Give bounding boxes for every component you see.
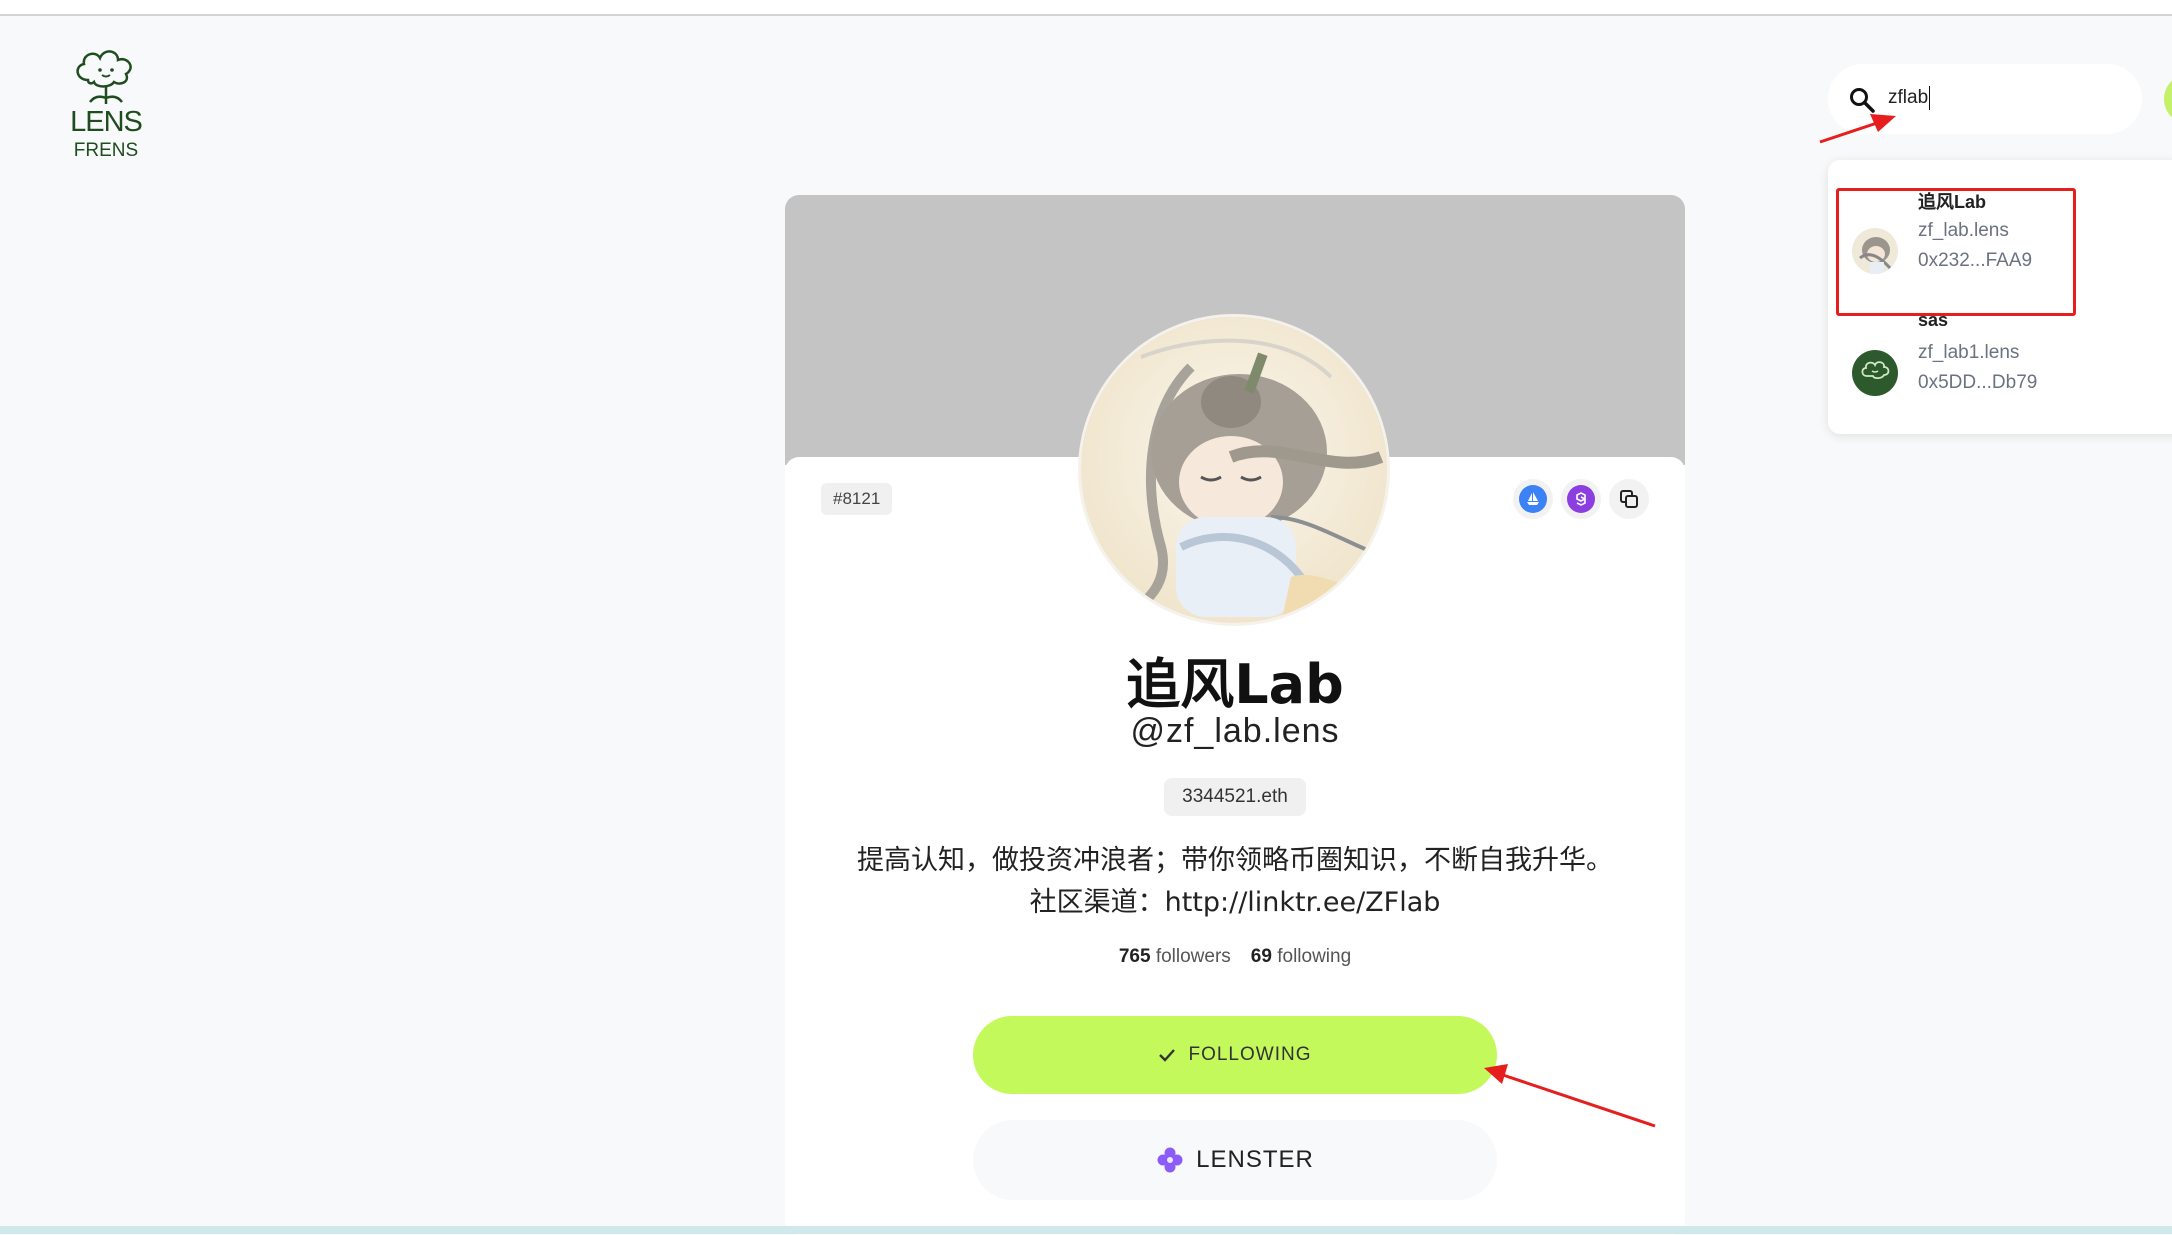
followers-count: 765 [1118, 946, 1151, 967]
polygon-icon [1567, 485, 1595, 513]
logo-lens-text: LENS [70, 106, 143, 138]
result-address: 0x5DD...Db79 [1918, 372, 2038, 393]
bio-line-1: 提高认知，做投资冲浪者；带你领略币圈知识，不断自我升华。 [857, 845, 1613, 876]
profile-handle: @zf_lab.lens [1130, 712, 1340, 750]
following-count: 69 [1250, 946, 1272, 967]
search-icon [1850, 88, 1875, 113]
following-label: following [1277, 946, 1352, 967]
lenster-button[interactable]: LENSTER [973, 1120, 1497, 1200]
browser-top-edge [0, 0, 2172, 16]
following-stat[interactable]: 69 following [1251, 946, 1351, 967]
profile-stats: 765 followers 69 following [785, 946, 1685, 968]
profile-bio: 提高认知，做投资冲浪者；带你领略币圈知识，不断自我升华。 社区渠道：http:/… [785, 840, 1685, 924]
opensea-icon [1519, 485, 1547, 513]
browser-bottom-edge [0, 1226, 2172, 1234]
ens-badge[interactable]: 3344521.eth [1164, 778, 1306, 816]
profile-display-name: 追风Lab [1126, 653, 1344, 716]
logo-frens-text: FRENS [73, 140, 139, 161]
profile-avatar [1078, 314, 1390, 626]
following-button-label: FOLLOWING [1188, 1044, 1312, 1065]
wallet-avatar[interactable] [2164, 74, 2172, 124]
token-id-badge: #8121 [821, 483, 893, 515]
followers-label: followers [1155, 946, 1231, 967]
search-input-value: zflab [1888, 87, 1929, 109]
lenster-flower-icon [1157, 1147, 1183, 1173]
checkmark-icon [1159, 1049, 1176, 1062]
followers-stat[interactable]: 765 followers [1119, 946, 1231, 967]
following-button[interactable]: FOLLOWING [973, 1016, 1497, 1094]
search-result-item[interactable]: sas zf_lab1.lens 0x5DD...Db79 [1828, 310, 2168, 420]
polygon-button[interactable] [1561, 479, 1601, 519]
copy-icon [1620, 490, 1638, 508]
bio-line-2[interactable]: 社区渠道：http://linktr.ee/ZFlab [785, 882, 1685, 924]
opensea-button[interactable] [1513, 479, 1553, 519]
result-avatar [1852, 350, 1898, 396]
cloud-logo-icon [76, 50, 132, 104]
profile-actions [1513, 479, 1649, 523]
copy-button[interactable] [1609, 479, 1649, 519]
result-handle: zf_lab1.lens [1918, 342, 2020, 363]
search-input[interactable]: zflab [1828, 64, 2142, 134]
text-caret [1929, 86, 1931, 110]
lenster-button-label: LENSTER [1196, 1146, 1314, 1173]
lens-frens-logo[interactable]: LENS FRENS [66, 46, 146, 166]
annotation-highlight-box [1836, 188, 2076, 316]
